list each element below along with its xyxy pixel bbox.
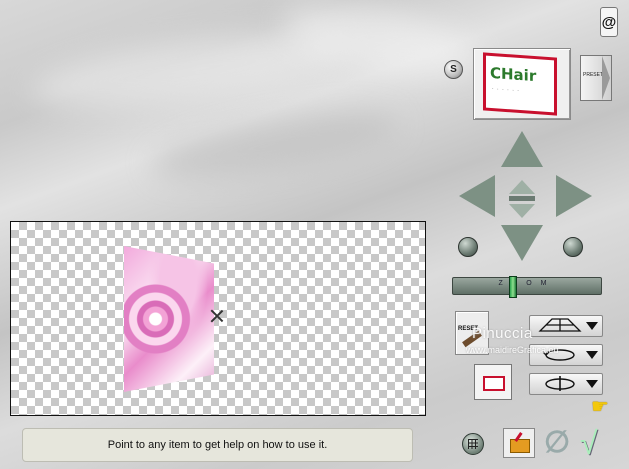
logo-glyph: @ bbox=[601, 13, 617, 31]
zoom-slider[interactable]: ZOOM bbox=[452, 276, 602, 298]
rotate-right-icon[interactable] bbox=[563, 237, 583, 257]
open-file-button[interactable] bbox=[503, 428, 535, 458]
preset-thumbnail-word: CHair bbox=[490, 63, 537, 86]
watermark-name: Pinuccia bbox=[472, 325, 533, 342]
center-divider bbox=[509, 196, 535, 201]
move-down-arrow-icon[interactable] bbox=[501, 225, 543, 261]
cancel-icon[interactable]: ∅ bbox=[544, 428, 572, 458]
perspective-dropdown[interactable] bbox=[529, 315, 603, 337]
plugin-window: @ S CHair · · · · · · PRESETS ZOOM RESET bbox=[0, 0, 629, 469]
presets-label: PRESETS bbox=[583, 72, 607, 78]
save-preset-button[interactable]: S bbox=[444, 60, 463, 79]
move-up-arrow-icon[interactable] bbox=[501, 131, 543, 167]
watermark-url: www.maidireGrafica.eu bbox=[466, 345, 559, 355]
presets-button[interactable]: PRESETS bbox=[580, 55, 612, 101]
flip-dropdown[interactable] bbox=[529, 373, 603, 395]
grid-toggle-icon[interactable] bbox=[462, 433, 484, 455]
preset-thumbnail: CHair · · · · · · bbox=[483, 52, 557, 116]
preset-preview-frame[interactable]: CHair · · · · · · bbox=[473, 48, 571, 120]
perspective-grid-icon bbox=[538, 318, 582, 332]
move-right-arrow-icon[interactable] bbox=[556, 175, 592, 217]
pivot-crosshair-icon[interactable] bbox=[210, 309, 224, 323]
rotate-left-icon[interactable] bbox=[458, 237, 478, 257]
save-preset-label: S bbox=[450, 64, 457, 75]
center-up-arrow-icon[interactable] bbox=[509, 180, 535, 194]
preset-thumbnail-caption: · · · · · · bbox=[492, 86, 520, 94]
transformed-image-plane[interactable] bbox=[124, 246, 214, 392]
preview-canvas[interactable] bbox=[10, 221, 426, 416]
zoom-slider-thumb[interactable] bbox=[509, 276, 517, 298]
chevron-down-icon bbox=[586, 322, 598, 330]
chevron-down-icon bbox=[586, 380, 598, 388]
help-text: Point to any item to get help on how to … bbox=[107, 439, 328, 451]
frame-preview-button[interactable] bbox=[474, 364, 512, 400]
help-status-bar: Point to any item to get help on how to … bbox=[22, 428, 413, 462]
flip-axis-icon bbox=[545, 376, 575, 391]
move-left-arrow-icon[interactable] bbox=[459, 175, 495, 217]
center-down-arrow-icon[interactable] bbox=[509, 204, 535, 218]
zoom-label: ZOOM bbox=[498, 280, 556, 287]
app-logo-icon[interactable]: @ bbox=[600, 7, 618, 37]
pointing-hand-icon[interactable]: ☛ bbox=[591, 394, 613, 420]
ok-checkmark-icon[interactable]: √ bbox=[580, 426, 610, 460]
chevron-down-icon bbox=[586, 351, 598, 359]
frame-preview-icon bbox=[483, 376, 505, 391]
